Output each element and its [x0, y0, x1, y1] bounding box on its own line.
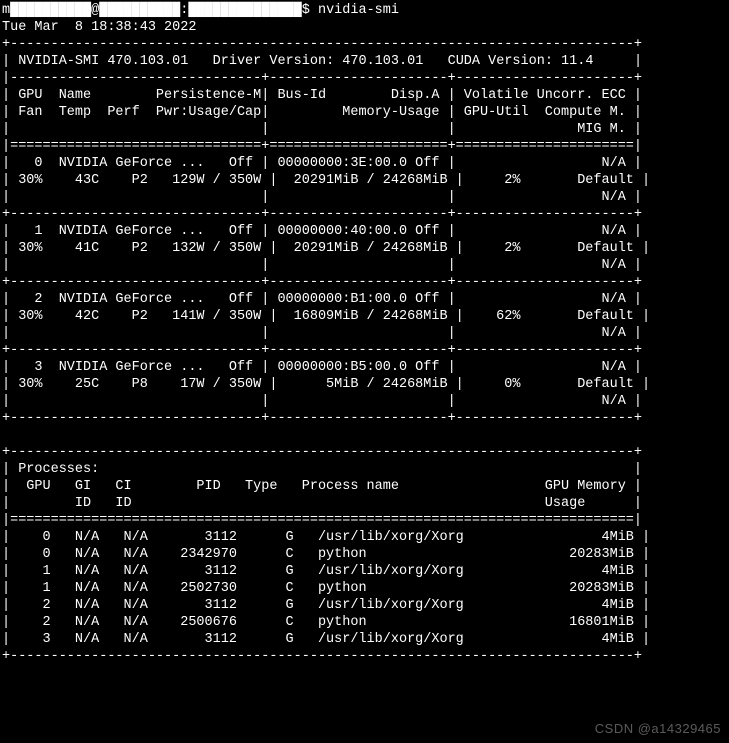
col-header-2: | Fan Temp Perf Pwr:Usage/Cap| Memory-Us…	[2, 105, 642, 120]
div: |===============================+=======…	[2, 139, 642, 154]
div: +-------------------------------+-------…	[2, 343, 642, 358]
gpu-row: | 1 NVIDIA GeForce ... Off | 00000000:40…	[2, 224, 650, 273]
timestamp: Tue Mar 8 18:38:43 2022	[2, 20, 196, 35]
proc-col-1: | GPU GI CI PID Type Process name GPU Me…	[2, 479, 642, 494]
div: |-------------------------------+-------…	[2, 71, 642, 86]
terminal-output: m██████████@██████████:██████████████$ n…	[2, 2, 727, 665]
proc-top-border: +---------------------------------------…	[2, 445, 642, 460]
proc-bottom-border: +---------------------------------------…	[2, 649, 642, 664]
top-border: +---------------------------------------…	[2, 37, 642, 52]
col-header-1: | GPU Name Persistence-M| Bus-Id Disp.A …	[2, 88, 642, 103]
proc-div: |=======================================…	[2, 513, 642, 528]
prompt-line: m██████████@██████████:██████████████$ n…	[2, 3, 399, 18]
div: +-------------------------------+-------…	[2, 275, 642, 290]
command: nvidia-smi	[318, 3, 399, 18]
process-list: | 0 N/A N/A 3112 G /usr/lib/xorg/Xorg 4M…	[2, 530, 650, 647]
gpu-row: | 2 NVIDIA GeForce ... Off | 00000000:B1…	[2, 292, 650, 341]
proc-title: | Processes: |	[2, 462, 642, 477]
proc-col-2: | ID ID Usage |	[2, 496, 642, 511]
gpu-row: | 0 NVIDIA GeForce ... Off | 00000000:3E…	[2, 156, 650, 205]
gpu-row: | 3 NVIDIA GeForce ... Off | 00000000:B5…	[2, 360, 650, 409]
div: +-------------------------------+-------…	[2, 207, 642, 222]
bottom-border: +-------------------------------+-------…	[2, 411, 642, 426]
col-header-3: | | | MIG M. |	[2, 122, 642, 137]
header-line: | NVIDIA-SMI 470.103.01 Driver Version: …	[2, 54, 642, 69]
watermark: CSDN @a14329465	[595, 720, 721, 737]
